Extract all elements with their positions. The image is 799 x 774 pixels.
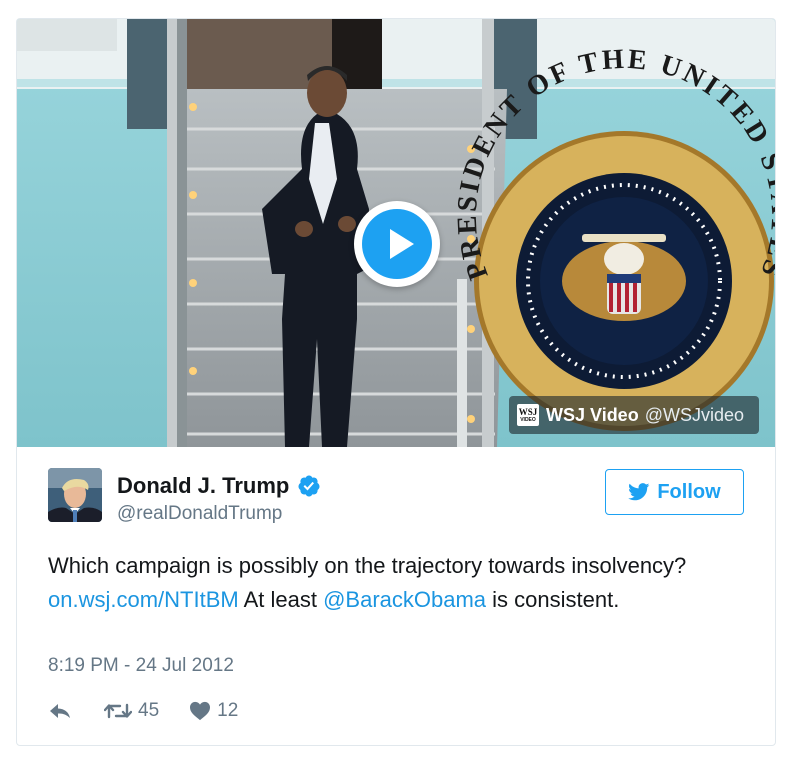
tweet-video-media[interactable]: PRESIDENT OF THE UNITED STATES · SEAL OF… (17, 19, 775, 447)
mention-link[interactable]: @BarackObama (323, 587, 486, 612)
retweet-button[interactable]: 45 (104, 700, 159, 722)
reply-icon (50, 704, 70, 718)
avatar-image (48, 468, 102, 522)
heart-icon (190, 701, 211, 721)
avatar[interactable] (48, 468, 102, 522)
video-source-name: WSJ Video (546, 404, 639, 425)
tweet-text: Which campaign is possibly on the trajec… (48, 553, 687, 612)
author-display-name[interactable]: Donald J. Trump (117, 473, 321, 499)
twitter-bird-icon (628, 483, 650, 501)
reply-button[interactable] (48, 701, 72, 721)
like-button[interactable]: 12 (189, 700, 238, 722)
follow-button[interactable]: Follow (605, 469, 744, 515)
retweet-icon (104, 703, 132, 719)
tweet-timestamp[interactable]: 8:19 PM - 24 Jul 2012 (48, 655, 234, 677)
video-source-handle: @WSJvideo (644, 404, 745, 425)
tweet-link[interactable]: on.wsj.com/NTItBM (48, 587, 239, 612)
verified-badge-icon (298, 475, 320, 497)
like-count: 12 (217, 700, 239, 721)
tweet-card: PRESIDENT OF THE UNITED STATES · SEAL OF… (16, 18, 776, 746)
wsj-video-logo: WSJ VIDEO (517, 404, 539, 426)
play-video-button[interactable] (354, 201, 440, 287)
retweet-count: 45 (138, 700, 160, 721)
video-source-badge[interactable]: WSJ VIDEO WSJ Video @WSJvideo (509, 396, 759, 434)
play-icon (390, 229, 414, 259)
author-handle[interactable]: @realDonaldTrump (117, 503, 282, 525)
tweet-actions: 45 12 (48, 697, 238, 725)
